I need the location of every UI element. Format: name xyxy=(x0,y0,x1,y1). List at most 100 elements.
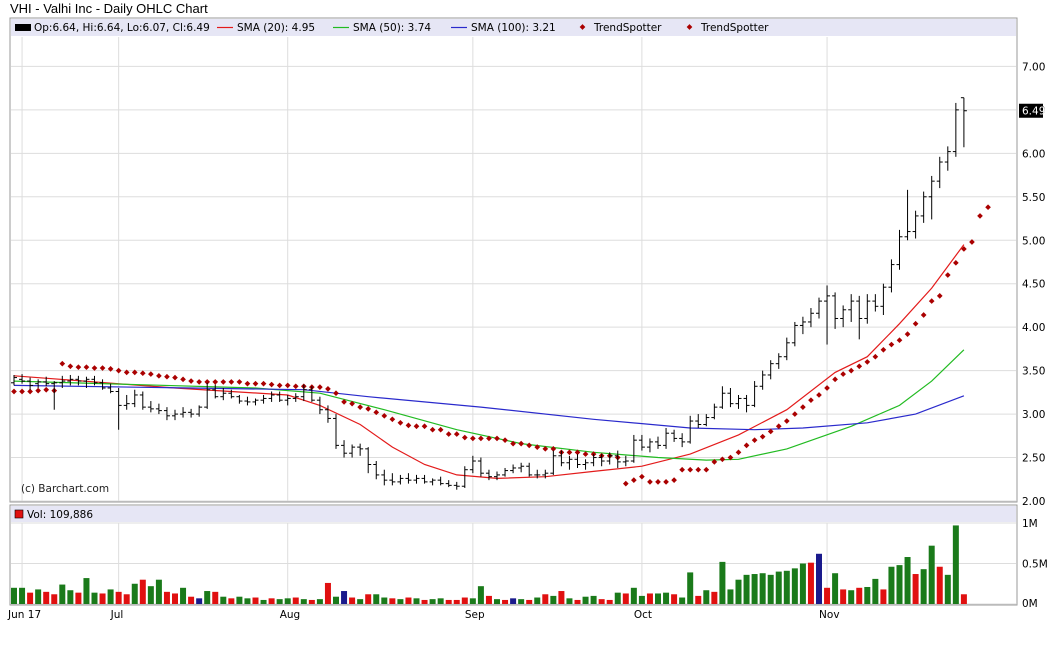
volume-bar xyxy=(51,594,58,604)
volume-bar xyxy=(300,599,307,604)
ts2-legend-text: TrendSpotter xyxy=(700,22,769,34)
price-tick-label: 2.50 xyxy=(1022,453,1045,465)
volume-bar xyxy=(204,591,211,604)
price-tick-label: 3.50 xyxy=(1022,366,1045,378)
volume-bar xyxy=(284,598,291,604)
volume-bar xyxy=(912,574,919,604)
volume-bar xyxy=(75,592,82,604)
volume-bar xyxy=(389,598,396,604)
volume-bar xyxy=(928,545,935,604)
volume-bar xyxy=(276,599,283,604)
price-axis: 2.002.503.003.504.004.505.005.506.006.50… xyxy=(1022,61,1045,508)
volume-bar xyxy=(848,590,855,604)
volume-bar xyxy=(35,589,42,604)
volume-bar xyxy=(880,589,887,604)
volume-bar xyxy=(236,596,243,604)
sma50-legend-text: SMA (50): 3.74 xyxy=(353,22,431,34)
volume-tick-label: 1M xyxy=(1022,518,1038,530)
price-tick-label: 2.00 xyxy=(1022,496,1045,508)
volume-bar xyxy=(180,587,187,604)
volume-bar xyxy=(405,597,412,604)
volume-bar xyxy=(719,561,726,604)
volume-legend-bar xyxy=(11,506,1016,522)
volume-bar xyxy=(308,599,315,604)
ohlc-legend-text: Op:6.64, Hi:6.64, Lo:6.07, Cl:6.49 xyxy=(34,22,210,34)
volume-bar xyxy=(703,590,710,604)
volume-bar xyxy=(944,574,951,604)
volume-bar xyxy=(655,593,661,604)
volume-bar xyxy=(526,599,533,604)
date-tick-label: Sep xyxy=(465,609,485,621)
volume-bar xyxy=(646,593,653,604)
price-tick-label: 5.00 xyxy=(1022,235,1045,247)
volume-bar xyxy=(163,591,170,604)
volume-bar xyxy=(864,586,871,604)
volume-bar xyxy=(638,595,645,604)
volume-bar xyxy=(791,568,798,604)
date-tick-label: Oct xyxy=(634,609,652,621)
volume-bar xyxy=(11,587,17,604)
volume-bar xyxy=(574,599,581,604)
volume-bar xyxy=(807,562,814,604)
volume-bar xyxy=(268,598,275,604)
volume-bar xyxy=(220,596,227,604)
volume-bar xyxy=(534,597,541,604)
volume-bar xyxy=(485,595,492,604)
volume-legend-text: Vol: 109,886 xyxy=(27,509,93,521)
volume-bar xyxy=(679,597,686,604)
volume-bar xyxy=(172,593,178,604)
volume-bar xyxy=(357,599,364,604)
volume-legend-swatch xyxy=(14,509,24,519)
price-tick-label: 7.00 xyxy=(1022,61,1045,73)
volume-bar xyxy=(582,596,589,604)
volume-bar xyxy=(799,563,806,604)
volume-bar xyxy=(453,599,460,604)
volume-bar xyxy=(437,598,444,604)
volume-bar xyxy=(735,579,742,604)
volume-bar xyxy=(695,595,702,604)
volume-bar xyxy=(606,599,613,604)
volume-bar xyxy=(622,593,629,604)
volume-bar xyxy=(397,599,404,604)
volume-bar xyxy=(139,579,146,604)
volume-bar xyxy=(43,591,50,604)
sma20-legend-text: SMA (20): 4.95 xyxy=(237,22,315,34)
volume-bar xyxy=(775,571,782,604)
date-tick-label: Aug xyxy=(280,609,301,621)
volume-bar xyxy=(896,565,903,604)
volume-bar xyxy=(936,566,943,604)
volume-bar xyxy=(373,594,380,604)
price-tick-label: 4.00 xyxy=(1022,322,1045,334)
price-legend: Op:6.64, Hi:6.64, Lo:6.07, Cl:6.49 SMA (… xyxy=(15,22,769,34)
volume-bar xyxy=(502,599,509,604)
volume-tick-label: 0.5M xyxy=(1022,559,1048,571)
volume-bar xyxy=(751,574,758,604)
volume-bar xyxy=(550,595,557,604)
volume-bar xyxy=(196,598,203,604)
volume-bar xyxy=(590,595,597,604)
volume-bar xyxy=(341,591,348,604)
volume-bar xyxy=(212,591,219,604)
last-price-tag-text: 6.49 xyxy=(1022,106,1045,118)
volume-bar xyxy=(598,599,605,604)
volume-bar xyxy=(663,592,670,604)
volume-bar xyxy=(83,578,90,604)
ts1-legend-text: TrendSpotter xyxy=(593,22,662,34)
volume-tick-label: 0M xyxy=(1022,598,1038,610)
volume-bar xyxy=(469,598,476,604)
volume-bar xyxy=(413,598,420,604)
volume-bar xyxy=(952,525,959,604)
volume-bar xyxy=(324,582,331,604)
volume-bar xyxy=(365,594,372,604)
volume-bar xyxy=(542,594,549,604)
price-tick-label: 5.50 xyxy=(1022,192,1045,204)
volume-bar xyxy=(292,597,299,604)
volume-bar xyxy=(27,592,34,604)
volume-bar xyxy=(188,596,195,604)
volume-bar xyxy=(59,584,66,604)
volume-bar xyxy=(244,598,251,604)
volume-bar xyxy=(566,598,573,604)
volume-axis: 0M 0.5M 1M xyxy=(1022,518,1048,610)
price-tick-label: 3.00 xyxy=(1022,409,1045,421)
volume-bar xyxy=(115,591,122,604)
